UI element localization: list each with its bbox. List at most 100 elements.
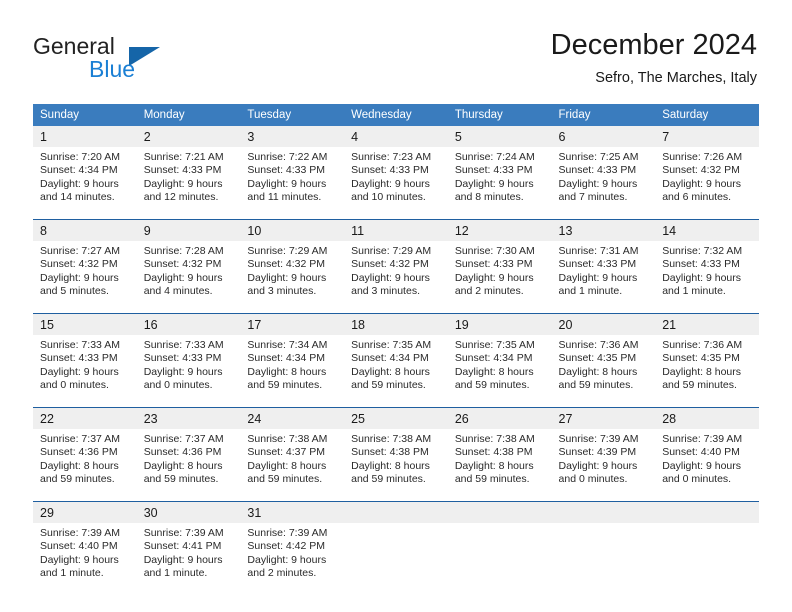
day-cell[interactable]: Sunrise: 7:35 AM Sunset: 4:34 PM Dayligh… [447,335,552,408]
day-number[interactable]: 2 [136,126,241,147]
day-number[interactable]: 15 [33,313,137,335]
weekday-header-saturday: Saturday [655,104,759,126]
day-number[interactable]: 29 [33,501,137,523]
day-cell[interactable]: Sunrise: 7:33 AM Sunset: 4:33 PM Dayligh… [136,335,241,408]
day-number[interactable]: 1 [33,126,137,147]
daylight-text-2: and 59 minutes. [247,379,323,392]
day-cell[interactable]: Sunrise: 7:32 AM Sunset: 4:33 PM Dayligh… [655,241,759,314]
daylight-text-1: Daylight: 8 hours [351,365,430,378]
day-number[interactable]: 18 [344,313,448,335]
daylight-text-2: and 1 minute. [662,285,726,298]
day-cell[interactable]: Sunrise: 7:23 AM Sunset: 4:33 PM Dayligh… [344,147,448,220]
sunset-text: Sunset: 4:34 PM [40,164,118,177]
sunrise-text: Sunrise: 7:32 AM [662,245,743,257]
day-number[interactable]: 14 [655,219,759,241]
sunset-text: Sunset: 4:36 PM [40,446,118,459]
day-number[interactable]: 13 [551,219,656,241]
day-cell[interactable]: Sunrise: 7:27 AM Sunset: 4:32 PM Dayligh… [33,241,137,314]
day-cell[interactable]: Sunrise: 7:29 AM Sunset: 4:32 PM Dayligh… [344,241,448,314]
day-cell[interactable]: Sunrise: 7:39 AM Sunset: 4:40 PM Dayligh… [655,429,759,502]
day-cell[interactable]: Sunrise: 7:21 AM Sunset: 4:33 PM Dayligh… [136,147,241,220]
day-number[interactable]: 4 [344,126,448,147]
day-number[interactable]: 17 [240,313,345,335]
day-number[interactable]: 9 [136,219,241,241]
day-cell[interactable]: Sunrise: 7:20 AM Sunset: 4:34 PM Dayligh… [33,147,137,220]
sunrise-text: Sunrise: 7:39 AM [40,527,120,539]
day-number[interactable]: 30 [136,501,241,523]
day-number[interactable]: 7 [655,126,759,147]
day-cell[interactable]: Sunrise: 7:30 AM Sunset: 4:33 PM Dayligh… [447,241,552,314]
day-cell[interactable]: Sunrise: 7:37 AM Sunset: 4:36 PM Dayligh… [33,429,137,502]
day-number[interactable]: 8 [33,219,137,241]
sunset-text: Sunset: 4:33 PM [558,164,637,177]
day-number[interactable]: 25 [344,407,448,429]
day-cell[interactable]: Sunrise: 7:38 AM Sunset: 4:37 PM Dayligh… [240,429,345,502]
sunrise-text: Sunrise: 7:39 AM [143,527,224,539]
daylight-text-1: Daylight: 8 hours [40,459,119,472]
day-number[interactable]: 5 [447,126,552,147]
weekday-header-tuesday: Tuesday [240,104,345,126]
day-cell[interactable]: Sunrise: 7:38 AM Sunset: 4:38 PM Dayligh… [447,429,552,502]
daylight-text-2: and 11 minutes. [247,191,322,204]
daylight-text-2: and 8 minutes. [454,191,524,204]
day-cell[interactable]: Sunrise: 7:39 AM Sunset: 4:40 PM Dayligh… [33,523,137,595]
week-1-daynumbers: 1 2 3 4 5 6 7 [33,126,759,147]
day-number[interactable]: 6 [551,126,656,147]
day-number[interactable]: 10 [240,219,345,241]
daylight-text-1: Daylight: 9 hours [662,271,742,284]
day-cell[interactable]: Sunrise: 7:36 AM Sunset: 4:35 PM Dayligh… [551,335,656,408]
day-cell[interactable]: Sunrise: 7:31 AM Sunset: 4:33 PM Dayligh… [551,241,656,314]
brand-logo[interactable]: General Blue [33,33,273,89]
day-cell[interactable]: Sunrise: 7:24 AM Sunset: 4:33 PM Dayligh… [447,147,552,220]
sunrise-text: Sunrise: 7:28 AM [143,245,224,257]
day-number[interactable]: 19 [447,313,552,335]
day-cell[interactable]: Sunrise: 7:29 AM Sunset: 4:32 PM Dayligh… [240,241,345,314]
day-cell[interactable]: Sunrise: 7:33 AM Sunset: 4:33 PM Dayligh… [33,335,137,408]
sunset-text: Sunset: 4:42 PM [247,540,326,553]
day-cell[interactable]: Sunrise: 7:35 AM Sunset: 4:34 PM Dayligh… [344,335,448,408]
day-number-empty [655,501,759,523]
sunset-text: Sunset: 4:33 PM [143,352,222,365]
daylight-text-2: and 6 minutes. [662,191,732,204]
day-cell[interactable]: Sunrise: 7:22 AM Sunset: 4:33 PM Dayligh… [240,147,345,220]
day-number[interactable]: 27 [551,407,656,429]
day-number[interactable]: 24 [240,407,345,429]
sunrise-text: Sunrise: 7:39 AM [558,433,639,445]
day-cell[interactable]: Sunrise: 7:25 AM Sunset: 4:33 PM Dayligh… [551,147,656,220]
sunrise-text: Sunrise: 7:37 AM [40,433,120,445]
day-number-empty [447,501,552,523]
day-number[interactable]: 12 [447,219,552,241]
day-cell[interactable]: Sunrise: 7:38 AM Sunset: 4:38 PM Dayligh… [344,429,448,502]
day-number[interactable]: 16 [136,313,241,335]
calendar-week-2: 8 9 10 11 12 13 14 Sunrise: 7:27 AM Suns… [33,219,759,314]
day-number[interactable]: 28 [655,407,759,429]
title-block: December 2024 Sefro, The Marches, Italy [551,28,757,88]
day-cell[interactable]: Sunrise: 7:39 AM Sunset: 4:39 PM Dayligh… [551,429,656,502]
calendar-week-4: 22 23 24 25 26 27 28 Sunrise: 7:37 AM Su… [33,407,759,502]
day-number[interactable]: 23 [136,407,241,429]
day-number[interactable]: 31 [240,501,345,523]
daylight-text-1: Daylight: 8 hours [247,365,327,378]
sunset-text: Sunset: 4:41 PM [143,540,222,553]
day-cell[interactable]: Sunrise: 7:34 AM Sunset: 4:34 PM Dayligh… [240,335,345,408]
day-cell[interactable]: Sunrise: 7:37 AM Sunset: 4:36 PM Dayligh… [136,429,241,502]
day-number[interactable]: 3 [240,126,345,147]
day-cell[interactable]: Sunrise: 7:36 AM Sunset: 4:35 PM Dayligh… [655,335,759,408]
day-cell[interactable]: Sunrise: 7:39 AM Sunset: 4:41 PM Dayligh… [136,523,241,595]
day-number-empty [551,501,656,523]
daylight-text-2: and 1 minute. [40,567,104,580]
day-cell[interactable]: Sunrise: 7:39 AM Sunset: 4:42 PM Dayligh… [240,523,345,595]
day-number[interactable]: 11 [344,219,448,241]
day-cell[interactable]: Sunrise: 7:28 AM Sunset: 4:32 PM Dayligh… [136,241,241,314]
sunrise-text: Sunrise: 7:29 AM [351,245,432,257]
day-number[interactable]: 21 [655,313,759,335]
day-cell[interactable]: Sunrise: 7:26 AM Sunset: 4:32 PM Dayligh… [655,147,759,220]
daylight-text-1: Daylight: 9 hours [40,365,119,378]
day-number[interactable]: 20 [551,313,656,335]
daylight-text-1: Daylight: 9 hours [558,177,638,190]
daylight-text-1: Daylight: 9 hours [143,365,223,378]
day-number[interactable]: 26 [447,407,552,429]
calendar-week-1: 1 2 3 4 5 6 7 Sunrise: 7:20 AM Sunset: 4… [33,126,759,220]
daylight-text-2: and 14 minutes. [40,191,115,204]
day-number[interactable]: 22 [33,407,137,429]
